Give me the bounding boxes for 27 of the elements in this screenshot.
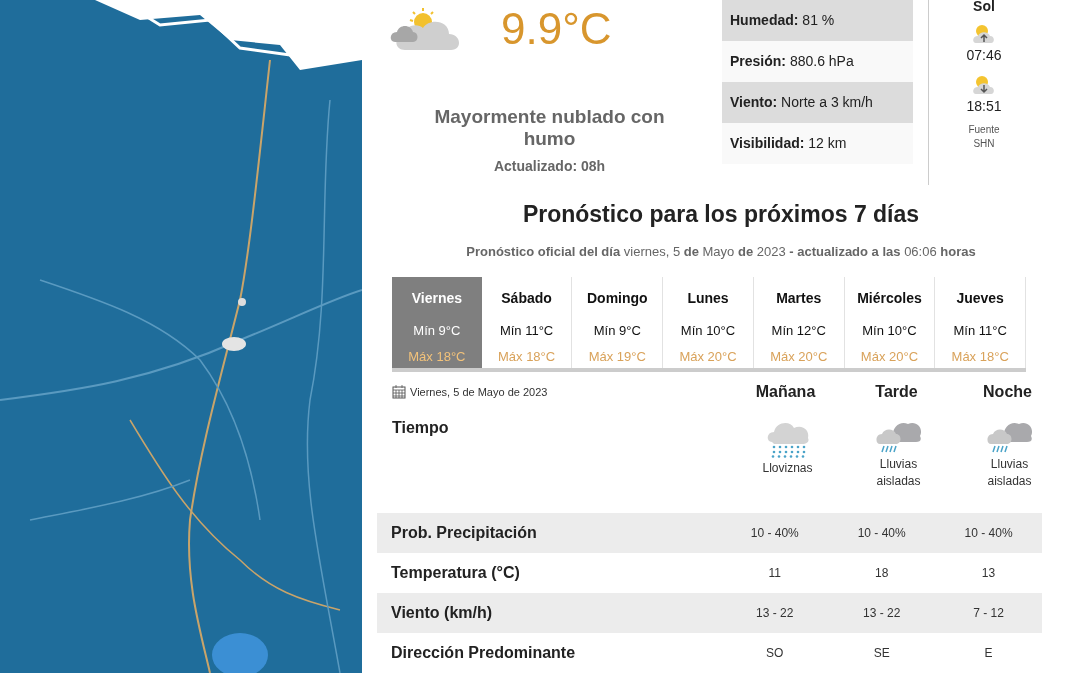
row-label: Tiempo bbox=[392, 418, 450, 438]
forecast-title: Pronóstico para los próximos 7 días bbox=[521, 200, 921, 229]
sunrise-time: 07:46 bbox=[966, 46, 1002, 65]
sunrise-icon bbox=[972, 23, 996, 45]
detail-row: Visibilidad: 12 km bbox=[722, 123, 913, 164]
sunset-icon bbox=[972, 74, 996, 96]
table-row: Prob. Precipitación 10 - 40% 10 - 40% 10 - 40% bbox=[377, 512, 1042, 553]
current-temperature: 9.9°C bbox=[501, 4, 612, 54]
detail-row: Humedad: 81 % bbox=[722, 0, 913, 41]
weather-text: Lloviznas bbox=[761, 460, 814, 477]
period-heading: Tarde bbox=[874, 382, 919, 402]
sun-title: Sol bbox=[973, 0, 995, 16]
calendar-icon bbox=[392, 385, 406, 399]
weather-text: Lluvias aisladas bbox=[875, 456, 922, 490]
detail-row: Viento: Norte a 3 km/h bbox=[722, 82, 913, 123]
day-tab[interactable]: Viernes Mín 9°C Máx 18°C bbox=[392, 277, 482, 368]
table-row: Viento (km/h) 13 - 22 13 - 22 7 - 12 bbox=[377, 592, 1042, 633]
weather-description: Mayormente nublado con humo bbox=[433, 106, 666, 150]
detail-row: Presión: 880.6 hPa bbox=[722, 41, 913, 82]
period-heading: Noche bbox=[982, 382, 1033, 402]
period-heading: Mañana bbox=[754, 382, 817, 402]
forecast-date: Viernes, 5 de Mayo de 2023 bbox=[410, 384, 549, 400]
source-label: Fuente SHN bbox=[968, 123, 1000, 151]
sunset-time: 18:51 bbox=[966, 97, 1002, 116]
updated-time: Actualizado: 08h bbox=[493, 157, 606, 176]
forecast-subtitle: Pronóstico oficial del día viernes, 5 de Mayo de 2023 - actualizado a las 06:06 horas bbox=[465, 242, 977, 261]
weather-text: Lluvias aisladas bbox=[986, 456, 1033, 490]
